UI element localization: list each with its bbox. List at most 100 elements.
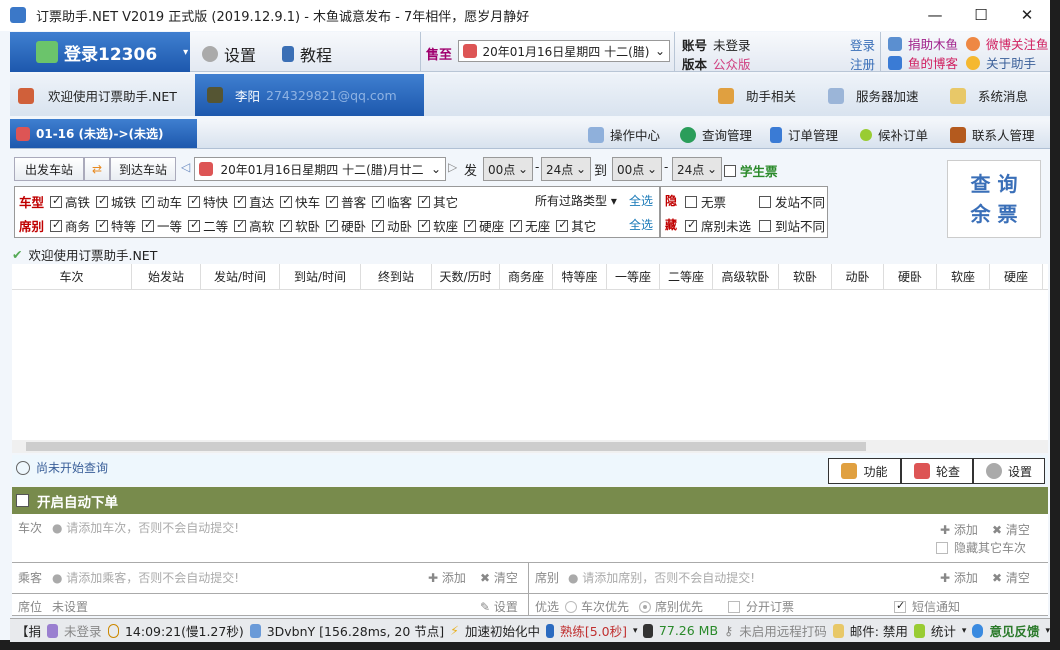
column-header[interactable]: 车次 (12, 264, 132, 290)
status-skill[interactable]: 熟练[5.0秒] (560, 621, 627, 640)
train-type-checkbox[interactable]: 直达 (234, 192, 274, 211)
scrollbar-thumb[interactable] (26, 442, 866, 451)
train-first-radio[interactable]: 车次优先 (565, 598, 629, 615)
select-all-types-link[interactable]: 全选 (629, 192, 653, 209)
status-login[interactable]: 未登录 (64, 621, 102, 640)
settings-button[interactable]: 设置 (202, 42, 256, 66)
seat-type-checkbox[interactable]: 其它 (556, 216, 596, 235)
seat-type-checkbox[interactable]: 无座 (510, 216, 550, 235)
minimize-button[interactable]: — (912, 0, 958, 31)
split-order-checkbox[interactable]: 分开订票 (728, 598, 794, 615)
seat-type-checkbox[interactable]: 软卧 (280, 216, 320, 235)
route-type-select[interactable]: 所有过路类型 ▾ (535, 192, 617, 209)
login-12306-button[interactable]: 登录12306▾ (10, 32, 190, 72)
seat-type-checkbox[interactable]: 软座 (418, 216, 458, 235)
seat-type-checkbox[interactable]: 二等 (188, 216, 228, 235)
order-mgmt-button[interactable]: 订单管理 (770, 125, 838, 144)
ops-center-button[interactable]: 操作中心 (588, 125, 660, 144)
server-speed-button[interactable]: 服务器加速 (828, 86, 919, 105)
column-header[interactable]: 商务座 (500, 264, 553, 290)
status-feedback[interactable]: 意见反馈 (989, 621, 1039, 640)
to-station-button[interactable]: 到达车站 (110, 157, 176, 181)
maximize-button[interactable]: ☐ (958, 0, 1004, 31)
column-header[interactable]: 终到站 (361, 264, 432, 290)
blog-link[interactable]: 鱼的博客 (888, 53, 958, 72)
train-type-checkbox[interactable]: 普客 (326, 192, 366, 211)
train-type-checkbox[interactable]: 特快 (188, 192, 228, 211)
column-header[interactable]: 到站/时间 (280, 264, 361, 290)
sell-to-date-select[interactable]: 20年01月16日星期四 十二(腊)⌄ (458, 40, 670, 62)
column-header[interactable]: 硬卧 (884, 264, 937, 290)
close-button[interactable]: ✕ (1004, 0, 1050, 31)
add-train-button[interactable]: ✚ 添加 (940, 521, 978, 538)
arrive-to-hour-select[interactable]: 24点⌄ (672, 157, 722, 181)
query-tickets-button[interactable]: 查 询 余 票 (947, 160, 1041, 238)
depart-to-hour-select[interactable]: 24点⌄ (541, 157, 591, 181)
train-type-checkbox[interactable]: 高铁 (50, 192, 90, 211)
seat-type-checkbox[interactable]: 高软 (234, 216, 274, 235)
from-station-button[interactable]: 出发车站 (14, 157, 84, 181)
auto-order-checkbox[interactable] (16, 494, 29, 507)
diff-depart-checkbox[interactable]: 发站不同 (759, 192, 825, 211)
train-type-checkbox[interactable]: 其它 (418, 192, 458, 211)
column-header[interactable]: 始发站 (132, 264, 201, 290)
add-seat-button[interactable]: ✚ 添加 (940, 569, 978, 586)
clear-seat-button[interactable]: ✖ 清空 (992, 569, 1030, 586)
seat-type-checkbox[interactable]: 一等 (142, 216, 182, 235)
about-link[interactable]: 关于助手 (966, 53, 1036, 72)
donate-link[interactable]: 捐助木鱼 (888, 34, 958, 53)
column-header[interactable]: 发站/时间 (201, 264, 280, 290)
seat-type-checkbox[interactable]: 硬卧 (326, 216, 366, 235)
clear-passenger-button[interactable]: ✖ 清空 (480, 569, 518, 586)
column-header[interactable]: 软卧 (779, 264, 832, 290)
seat-type-checkbox[interactable]: 特等 (96, 216, 136, 235)
column-header[interactable]: 硬座 (990, 264, 1043, 290)
column-header[interactable]: 软座 (937, 264, 990, 290)
next-date-arrow-icon[interactable]: ▷ (448, 160, 457, 174)
train-type-checkbox[interactable]: 动车 (142, 192, 182, 211)
contacts-button[interactable]: 联系人管理 (950, 125, 1035, 144)
seat-first-radio[interactable]: 席别优先 (639, 598, 703, 615)
status-node[interactable]: 3DvbnY [156.28ms, 20 节点] (267, 621, 444, 640)
register-link[interactable]: 注册 (850, 54, 875, 73)
no-ticket-checkbox[interactable]: 无票 (685, 192, 726, 211)
horizontal-scrollbar[interactable] (12, 440, 1048, 453)
train-type-checkbox[interactable]: 城铁 (96, 192, 136, 211)
system-message-button[interactable]: 系统消息 (950, 86, 1028, 105)
diff-arrive-checkbox[interactable]: 到站不同 (759, 216, 825, 235)
poll-button[interactable]: 轮查 (901, 458, 973, 484)
auto-order-header[interactable]: 开启自动下单 (12, 487, 1048, 514)
seat-type-checkbox[interactable]: 商务 (50, 216, 90, 235)
train-type-checkbox[interactable]: 临客 (372, 192, 412, 211)
column-header[interactable]: 动卧 (832, 264, 884, 290)
status-remote[interactable]: 未启用远程打码 (739, 621, 827, 640)
waitlist-button[interactable]: 候补订单 (860, 125, 928, 144)
column-header[interactable]: 天数/历时 (432, 264, 500, 290)
login-link[interactable]: 登录 (850, 35, 875, 54)
add-passenger-button[interactable]: ✚ 添加 (428, 569, 466, 586)
status-donate[interactable]: 【捐 (16, 621, 41, 640)
query-mgmt-button[interactable]: 查询管理 (680, 125, 752, 144)
function-button[interactable]: 功能 (828, 458, 901, 484)
train-type-checkbox[interactable]: 快车 (280, 192, 320, 211)
hide-other-trains-checkbox[interactable]: 隐藏其它车次 (936, 539, 1026, 556)
depart-from-hour-select[interactable]: 00点⌄ (483, 157, 533, 181)
seat-unselected-checkbox[interactable]: 席别未选 (685, 216, 751, 235)
travel-date-select[interactable]: 20年01月16日星期四 十二(腊)月廿二⌄ (194, 157, 446, 181)
sms-notify-checkbox[interactable]: 短信通知 (894, 598, 960, 615)
column-header[interactable]: 高级软卧 (713, 264, 779, 290)
clear-train-button[interactable]: ✖ 清空 (992, 521, 1030, 538)
seat-type-checkbox[interactable]: 硬座 (464, 216, 504, 235)
tab-user[interactable]: 李阳274329821@qq.com (195, 74, 424, 116)
tab-query-active[interactable]: 01-16 (未选)->(未选) (10, 119, 197, 148)
column-header[interactable]: 一等座 (607, 264, 660, 290)
seat-type-checkbox[interactable]: 动卧 (372, 216, 412, 235)
swap-stations-icon[interactable]: ⇄ (84, 157, 110, 181)
tab-welcome[interactable]: 欢迎使用订票助手.NET (18, 86, 177, 105)
prev-date-arrow-icon[interactable]: ◁ (181, 160, 190, 174)
position-settings-button[interactable]: ✎ 设置 (480, 598, 518, 615)
weibo-link[interactable]: 微博关注鱼 (966, 34, 1049, 53)
arrive-from-hour-select[interactable]: 00点⌄ (612, 157, 662, 181)
helper-button[interactable]: 助手相关 (718, 86, 796, 105)
tool-settings-button[interactable]: 设置 (973, 458, 1045, 484)
